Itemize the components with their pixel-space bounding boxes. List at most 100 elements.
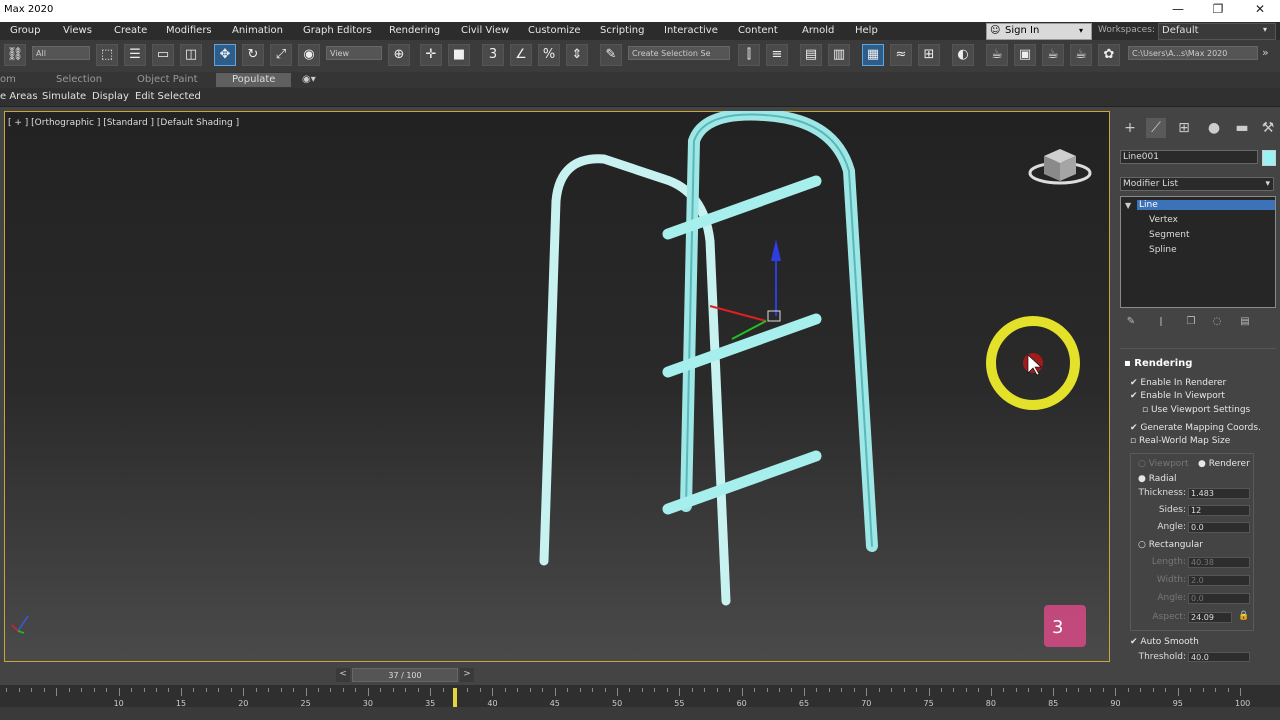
checkbox-use-viewport-settings[interactable]: ▫ Use Viewport Settings <box>1142 405 1250 415</box>
toolbar-overflow-icon[interactable]: » <box>1262 46 1269 59</box>
track-bar[interactable] <box>0 685 1280 707</box>
percent-snap-icon[interactable]: % <box>538 44 560 66</box>
curve-editor-icon[interactable]: ≈ <box>890 44 912 66</box>
radio-radial[interactable]: ● Radial <box>1138 474 1177 484</box>
checkbox-real-world-map[interactable]: ▫ Real-World Map Size <box>1130 436 1230 446</box>
snaps-toggle-icon[interactable]: 3 <box>482 44 504 66</box>
minimize-button[interactable]: — <box>1168 2 1188 16</box>
menu-rendering[interactable]: Rendering <box>389 25 440 36</box>
ribbon-options-icon[interactable]: ◉▾ <box>302 74 316 85</box>
ribbon-areas[interactable]: e Areas <box>0 91 38 102</box>
stack-item-vertex[interactable]: Vertex <box>1149 215 1178 225</box>
angle2-spinner[interactable]: 0.0 <box>1188 593 1250 604</box>
material-editor-icon[interactable]: ◐ <box>952 44 974 66</box>
time-slider[interactable]: 37 / 100 <box>352 668 458 682</box>
placement-icon[interactable]: ◉ <box>298 44 320 66</box>
pin-stack-icon[interactable]: ✎ <box>1124 316 1138 330</box>
menu-modifiers[interactable]: Modifiers <box>166 25 212 36</box>
selection-filter-dropdown[interactable]: All <box>32 46 90 60</box>
render-iterative-icon[interactable]: ☕ <box>1070 44 1092 66</box>
named-selection-dropdown[interactable]: Create Selection Se <box>628 46 730 60</box>
render-production-icon[interactable]: ☕ <box>1042 44 1064 66</box>
menu-civil-view[interactable]: Civil View <box>461 25 509 36</box>
menu-interactive[interactable]: Interactive <box>664 25 718 36</box>
sides-spinner[interactable]: 12 <box>1188 505 1250 516</box>
remove-modifier-icon[interactable]: ◌ <box>1210 316 1224 330</box>
menu-views[interactable]: Views <box>63 25 92 36</box>
close-button[interactable]: ✕ <box>1250 2 1270 16</box>
menu-customize[interactable]: Customize <box>528 25 581 36</box>
modify-tab-icon[interactable]: ⟋ <box>1146 118 1166 138</box>
keyboard-shortcut-icon[interactable]: ■ <box>448 44 470 66</box>
move-gizmo[interactable] <box>709 239 781 340</box>
menu-arnold[interactable]: Arnold <box>802 25 834 36</box>
radio-renderer[interactable]: ● Renderer <box>1198 459 1250 469</box>
menu-help[interactable]: Help <box>855 25 878 36</box>
ribbon-tab-object-paint[interactable]: Object Paint <box>137 74 198 85</box>
thickness-spinner[interactable]: 1.483 <box>1188 488 1250 499</box>
checkbox-generate-mapping[interactable]: ✔ Generate Mapping Coords. <box>1130 423 1261 433</box>
render-setup-icon[interactable]: ☕ <box>986 44 1008 66</box>
window-crossing-icon[interactable]: ◫ <box>180 44 202 66</box>
stack-item-segment[interactable]: Segment <box>1149 230 1190 240</box>
angle-spinner[interactable]: 0.0 <box>1188 522 1250 533</box>
create-tab-icon[interactable]: + <box>1120 118 1140 138</box>
rectangular-selection-icon[interactable]: ▭ <box>152 44 174 66</box>
display-tab-icon[interactable]: ▬ <box>1232 118 1252 138</box>
checkbox-enable-in-renderer[interactable]: ✔ Enable In Renderer <box>1130 378 1226 388</box>
object-color-swatch[interactable] <box>1262 150 1276 166</box>
motion-tab-icon[interactable]: ● <box>1204 118 1224 138</box>
checkbox-enable-in-viewport[interactable]: ✔ Enable In Viewport <box>1130 391 1225 401</box>
ribbon-tab-partial[interactable]: om <box>0 74 16 85</box>
ribbon-display[interactable]: Display <box>92 91 129 102</box>
rendering-rollout-header[interactable]: ▪ Rendering <box>1124 358 1192 369</box>
current-frame-marker[interactable] <box>453 688 458 708</box>
time-slider-next[interactable]: > <box>460 668 474 682</box>
object-name-field[interactable]: Line001 <box>1120 150 1258 164</box>
schematic-view-icon[interactable]: ⊞ <box>918 44 940 66</box>
menu-animation[interactable]: Animation <box>232 25 283 36</box>
align-icon[interactable]: ≡ <box>766 44 788 66</box>
stack-item-spline[interactable]: Spline <box>1149 245 1177 255</box>
ribbon-toggle-icon[interactable]: ▦ <box>862 44 884 66</box>
edit-named-sets-icon[interactable]: ✎ <box>600 44 622 66</box>
gizmo-x-axis[interactable] <box>709 305 767 322</box>
select-object-icon[interactable]: ⬚ <box>96 44 118 66</box>
expand-icon[interactable]: ▼ <box>1125 201 1131 210</box>
ribbon-tab-populate[interactable]: Populate <box>216 73 292 87</box>
reference-coord-dropdown[interactable]: View <box>326 46 382 60</box>
menu-graph-editors[interactable]: Graph Editors <box>303 25 372 36</box>
mirror-icon[interactable]: ⫿ <box>738 44 760 66</box>
select-manipulate-icon[interactable]: ✛ <box>420 44 442 66</box>
configure-sets-icon[interactable]: ▤ <box>1238 316 1252 330</box>
gizmo-plane-handle[interactable] <box>767 310 781 322</box>
width-spinner[interactable]: 2.0 <box>1188 575 1250 586</box>
menu-scripting[interactable]: Scripting <box>600 25 644 36</box>
viewcube[interactable] <box>1028 149 1092 185</box>
maximize-button[interactable]: ❐ <box>1208 2 1228 16</box>
select-and-link-icon[interactable]: ⛓ <box>4 44 26 66</box>
ribbon-edit-selected[interactable]: Edit Selected <box>135 91 201 102</box>
workspace-dropdown[interactable]: Default ▾ <box>1158 23 1276 40</box>
time-slider-prev[interactable]: < <box>336 668 350 682</box>
length-spinner[interactable]: 40.38 <box>1188 557 1250 568</box>
scene-explorer-icon[interactable]: ▤ <box>800 44 822 66</box>
arnold-render-icon[interactable]: ✿ <box>1098 44 1120 66</box>
modifier-list-dropdown[interactable]: Modifier List ▾ <box>1120 177 1274 191</box>
viewport-scene[interactable]: 3 <box>4 111 1110 662</box>
select-by-name-icon[interactable]: ☰ <box>124 44 146 66</box>
rotate-tool-icon[interactable]: ↻ <box>242 44 264 66</box>
make-unique-icon[interactable]: ❐ <box>1184 316 1198 330</box>
utilities-tab-icon[interactable]: ⚒ <box>1258 118 1278 138</box>
sign-in-dropdown[interactable]: ☺ Sign In ▾ <box>986 23 1092 40</box>
layer-explorer-icon[interactable]: ▥ <box>828 44 850 66</box>
ribbon-simulate[interactable]: Simulate <box>42 91 86 102</box>
radio-viewport[interactable]: ○ Viewport <box>1138 459 1189 469</box>
angle-snap-icon[interactable]: ∠ <box>510 44 532 66</box>
checkbox-auto-smooth[interactable]: ✔ Auto Smooth <box>1130 637 1199 647</box>
lock-icon[interactable]: 🔒 <box>1238 611 1249 621</box>
show-end-result-icon[interactable]: ǀ <box>1154 316 1168 330</box>
scale-tool-icon[interactable]: ⤢ <box>270 44 292 66</box>
rendered-frame-icon[interactable]: ▣ <box>1014 44 1036 66</box>
pivot-center-icon[interactable]: ⊕ <box>388 44 410 66</box>
